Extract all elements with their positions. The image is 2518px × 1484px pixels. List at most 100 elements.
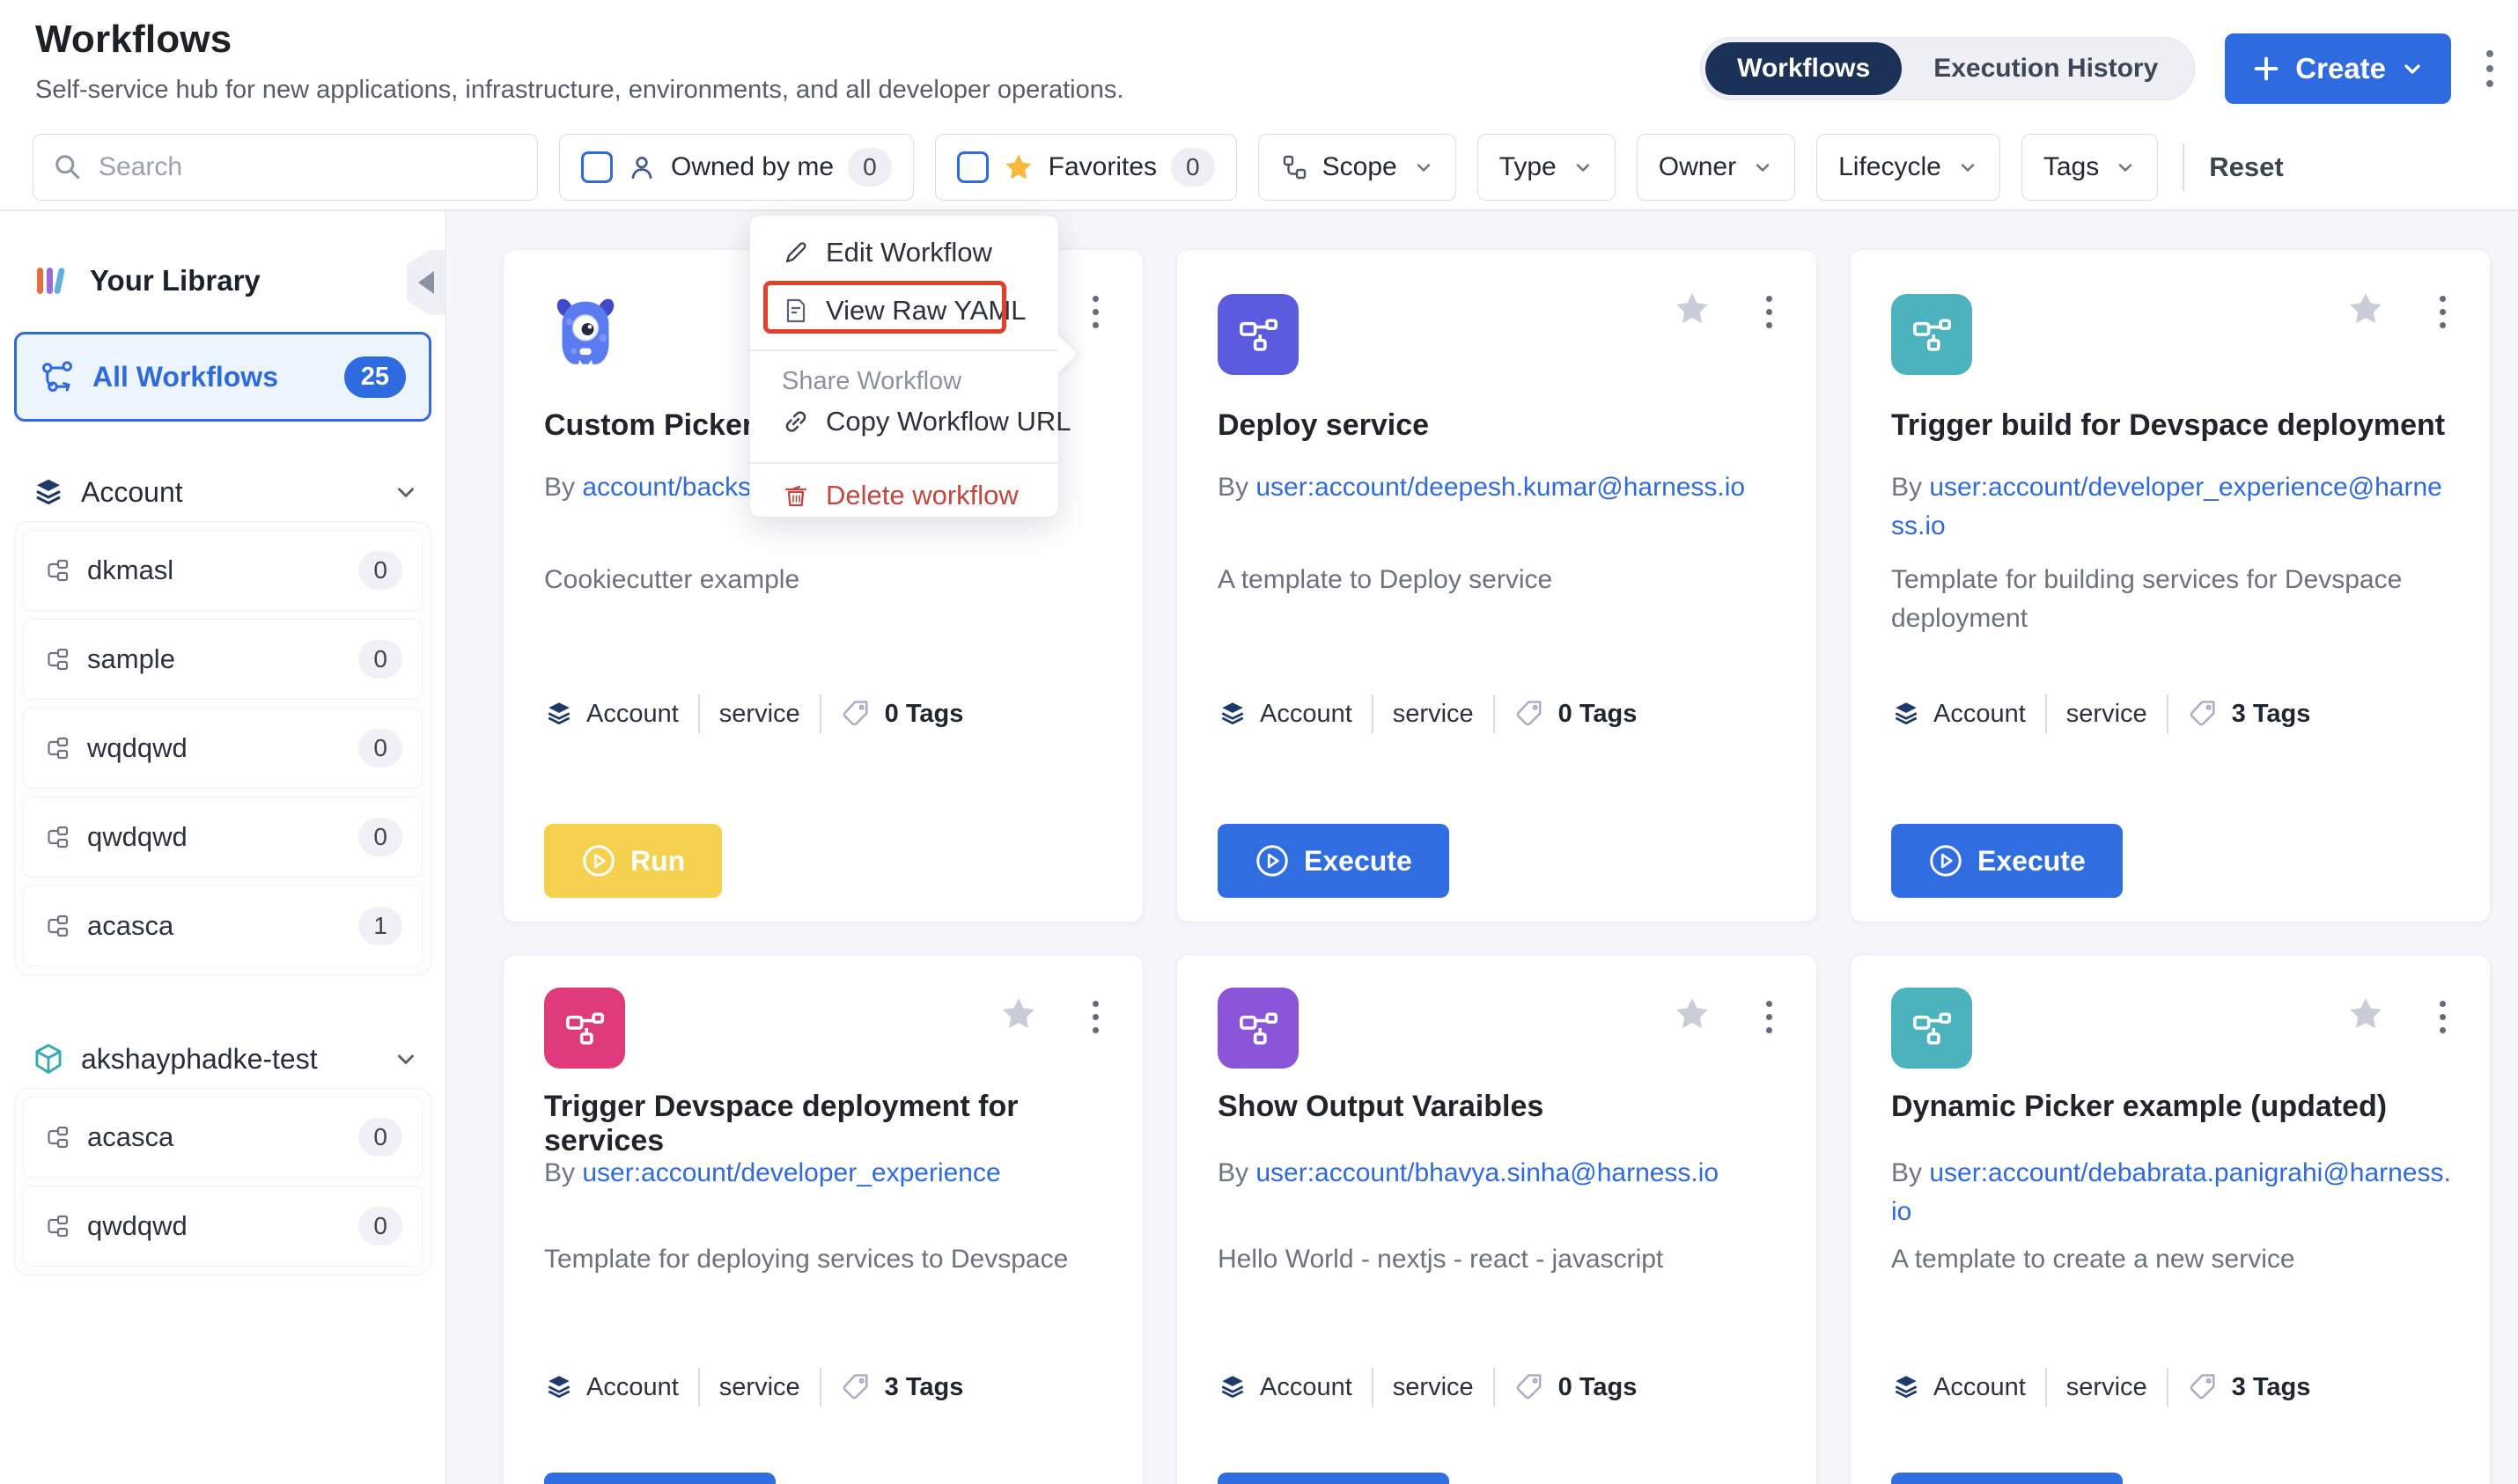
favorite-star-icon[interactable] (2345, 289, 2386, 329)
divider (1372, 1368, 1373, 1407)
group-name: akshayphadke-test (81, 1043, 318, 1076)
sidebar-item-acasca[interactable]: acasca 1 (23, 885, 423, 966)
workflow-card[interactable]: Trigger Devspace deployment for services… (503, 954, 1144, 1484)
card-kebab-menu-icon[interactable] (1761, 995, 1778, 1039)
search-box[interactable] (33, 134, 538, 201)
sidebar-group-account[interactable]: Account (32, 475, 419, 509)
favorite-star-icon[interactable] (998, 994, 1039, 1034)
workflow-card[interactable]: Show Output Varaibles By user:account/bh… (1176, 954, 1817, 1484)
hierarchy-icon (1280, 153, 1308, 181)
create-button[interactable]: Create (2225, 33, 2451, 104)
scope-value: Account (1933, 1373, 2026, 1402)
favorites-checkbox[interactable] (957, 151, 989, 183)
owned-by-me-filter[interactable]: Owned by me 0 (559, 134, 914, 201)
workflow-description: Template for deploying services to Devsp… (544, 1240, 1102, 1279)
owner-link[interactable]: user:account/debabrata.panigrahi@harness… (1891, 1158, 2451, 1226)
sidebar-item-qwdqwd-2[interactable]: qwdqwd 0 (23, 1186, 423, 1267)
sidebar-item-label: acasca (87, 910, 173, 942)
tag-icon (2188, 1371, 2220, 1403)
workflow-card[interactable]: Dynamic Picker example (updated) By user… (1850, 954, 2491, 1484)
sidebar-item-all-workflows[interactable]: All Workflows 25 (14, 332, 431, 422)
item-count-badge: 0 (358, 818, 402, 856)
create-button-label: Create (2295, 52, 2386, 85)
sidebar-item-sample[interactable]: sample 0 (23, 619, 423, 700)
card-kebab-menu-icon[interactable] (1087, 290, 1104, 334)
type-dropdown[interactable]: Type (1477, 134, 1616, 201)
menu-item-view-raw-yaml[interactable]: View Raw YAML (782, 295, 1032, 327)
card-kebab-menu-icon[interactable] (2434, 290, 2451, 334)
layers-icon (1218, 1372, 1248, 1402)
item-count-badge: 1 (358, 907, 402, 945)
card-action-button[interactable]: Execute (1218, 824, 1449, 898)
workflow-title: Trigger Devspace deployment for services (544, 1090, 1102, 1158)
reset-filters-link[interactable]: Reset (2209, 151, 2283, 183)
tree-icon (43, 556, 71, 584)
sidebar-collapse-button[interactable] (407, 250, 445, 315)
favorites-filter[interactable]: Favorites 0 (935, 134, 1237, 201)
layers-icon (1891, 699, 1921, 729)
sidebar-group-akshayphadke-test[interactable]: akshayphadke-test (32, 1042, 419, 1076)
menu-item-label: Copy Workflow URL (826, 406, 1071, 437)
link-icon (782, 408, 810, 436)
favorite-star-icon[interactable] (1672, 289, 1712, 329)
search-input[interactable] (99, 152, 518, 182)
layers-icon (32, 475, 65, 509)
search-icon (53, 152, 83, 182)
tab-workflows[interactable]: Workflows (1705, 42, 1902, 95)
favorite-star-icon[interactable] (2345, 994, 2386, 1034)
workflow-description: A template to Deploy service (1218, 561, 1776, 599)
menu-item-copy-workflow-url[interactable]: Copy Workflow URL (782, 406, 1032, 437)
sidebar-item-acasca-2[interactable]: acasca 0 (23, 1097, 423, 1178)
workflow-card[interactable]: Deploy service By user:account/deepesh.k… (1176, 249, 1817, 922)
tags-dropdown[interactable]: Tags (2021, 134, 2158, 201)
card-action-button[interactable]: Run (544, 824, 722, 898)
view-toggle: Workflows Execution History (1700, 37, 2195, 100)
workflow-meta: Account service 3 Tags (1891, 694, 2449, 733)
lifecycle-dropdown[interactable]: Lifecycle (1816, 134, 2000, 201)
card-action-button[interactable]: Execute (1891, 1473, 2123, 1484)
card-kebab-menu-icon[interactable] (1087, 995, 1104, 1039)
workflow-tile-icon (544, 988, 625, 1069)
sidebar-item-qwdqwd[interactable]: qwdqwd 0 (23, 797, 423, 878)
owner-link[interactable]: account/backs (582, 473, 751, 502)
card-kebab-menu-icon[interactable] (2434, 995, 2451, 1039)
favorite-star-icon[interactable] (1672, 994, 1712, 1034)
menu-item-delete-workflow[interactable]: Delete workflow (782, 480, 1032, 511)
owner-link[interactable]: user:account/developer_experience@harnes… (1891, 473, 2442, 540)
page-title: Workflows (35, 18, 1123, 62)
card-kebab-menu-icon[interactable] (1761, 290, 1778, 334)
workflow-meta: Account service 0 Tags (544, 694, 1102, 733)
owner-link[interactable]: user:account/developer_experience (582, 1158, 1000, 1187)
item-count-badge: 0 (358, 640, 402, 679)
card-action-button[interactable]: Execute (1891, 824, 2123, 898)
tab-execution-history[interactable]: Execution History (1902, 42, 2190, 95)
workflow-context-menu: Edit Workflow View Raw YAML Share Workfl… (749, 215, 1059, 518)
owner-dropdown[interactable]: Owner (1637, 134, 1795, 201)
header-actions: Workflows Execution History Create (1700, 33, 2499, 104)
card-action-label: Run (630, 845, 685, 878)
owner-link[interactable]: user:account/bhavya.sinha@harness.io (1255, 1158, 1719, 1187)
layers-icon (544, 1372, 574, 1402)
sidebar-item-dkmasl[interactable]: dkmasl 0 (23, 530, 423, 611)
scope-dropdown[interactable]: Scope (1258, 134, 1456, 201)
workflow-owner: By user:account/debabrata.panigrahi@harn… (1891, 1154, 2455, 1231)
chevron-down-icon (1957, 157, 1978, 178)
workflow-meta: Account service 0 Tags (1218, 694, 1776, 733)
tags-count: 3 Tags (885, 1373, 964, 1402)
play-circle-icon (1255, 843, 1290, 878)
sidebar-item-label: acasca (87, 1121, 173, 1153)
divider (1372, 694, 1373, 733)
workflow-card[interactable]: Trigger build for Devspace deployment By… (1850, 249, 2491, 922)
menu-item-label: Delete workflow (826, 480, 1019, 511)
page-subtitle: Self-service hub for new applications, i… (35, 76, 1123, 105)
card-action-button[interactable]: Execute (1218, 1473, 1449, 1484)
owned-by-me-checkbox[interactable] (581, 151, 613, 183)
trash-icon (782, 481, 810, 510)
owner-link[interactable]: user:account/deepesh.kumar@harness.io (1255, 473, 1745, 502)
divider (698, 1368, 700, 1407)
sidebar-item-wqdqwd[interactable]: wqdqwd 0 (23, 708, 423, 789)
layers-icon (544, 699, 574, 729)
card-action-button[interactable]: Execute (544, 1473, 776, 1484)
menu-item-edit-workflow[interactable]: Edit Workflow (782, 237, 1032, 268)
page-kebab-menu-icon[interactable] (2481, 43, 2499, 94)
